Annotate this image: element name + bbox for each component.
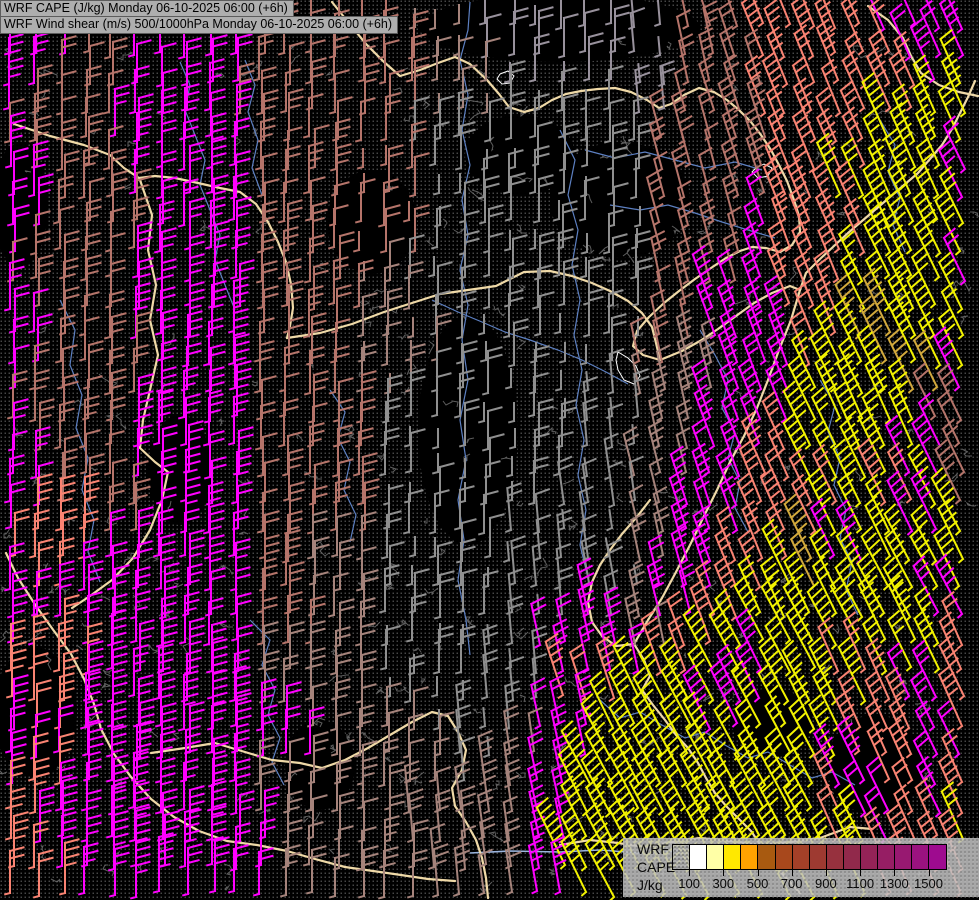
- legend-cell-2: [690, 845, 708, 869]
- weather-map: WRF CAPE (J/kg) Monday 06-10-2025 06:00 …: [0, 0, 979, 900]
- legend-cell-11: [843, 845, 862, 869]
- legend-cell-8: [792, 845, 810, 869]
- legend-tick: [791, 869, 793, 876]
- legend-cell-1: [673, 845, 691, 869]
- legend-cell-13: [878, 845, 896, 869]
- legend-cell-14: [895, 845, 913, 869]
- legend-colorbar: [672, 844, 947, 870]
- legend-cell-5: [741, 845, 759, 869]
- legend-tick: [825, 869, 827, 876]
- legend-label-wrf: WRF: [637, 841, 669, 857]
- legend-cell-9: [809, 845, 827, 869]
- legend-cell-6: [758, 845, 776, 869]
- title-wind-shear: WRF Wind shear (m/s) 500/1000hPa Monday …: [0, 16, 399, 34]
- legend-tick: [860, 869, 862, 876]
- legend-tick: [928, 869, 930, 876]
- legend-tick: [723, 869, 725, 876]
- legend-cell-4: [724, 845, 742, 869]
- legend-cell-16: [929, 845, 946, 869]
- legend-tick: [894, 869, 896, 876]
- cape-legend: WRF CAPE J/kg 100 300 500 700 900 1100 1300 150…: [623, 838, 979, 897]
- legend-cell-10: [826, 845, 844, 869]
- legend-cell-12: [861, 845, 879, 869]
- legend-cell-15: [912, 845, 930, 869]
- legend-cell-3: [707, 845, 725, 869]
- map-canvas: [0, 0, 979, 900]
- legend-tick-label: 1500: [914, 876, 943, 891]
- legend-tick: [757, 869, 759, 876]
- legend-tick: [689, 869, 691, 876]
- legend-label-cape: CAPE: [637, 859, 676, 875]
- legend-cell-7: [775, 845, 793, 869]
